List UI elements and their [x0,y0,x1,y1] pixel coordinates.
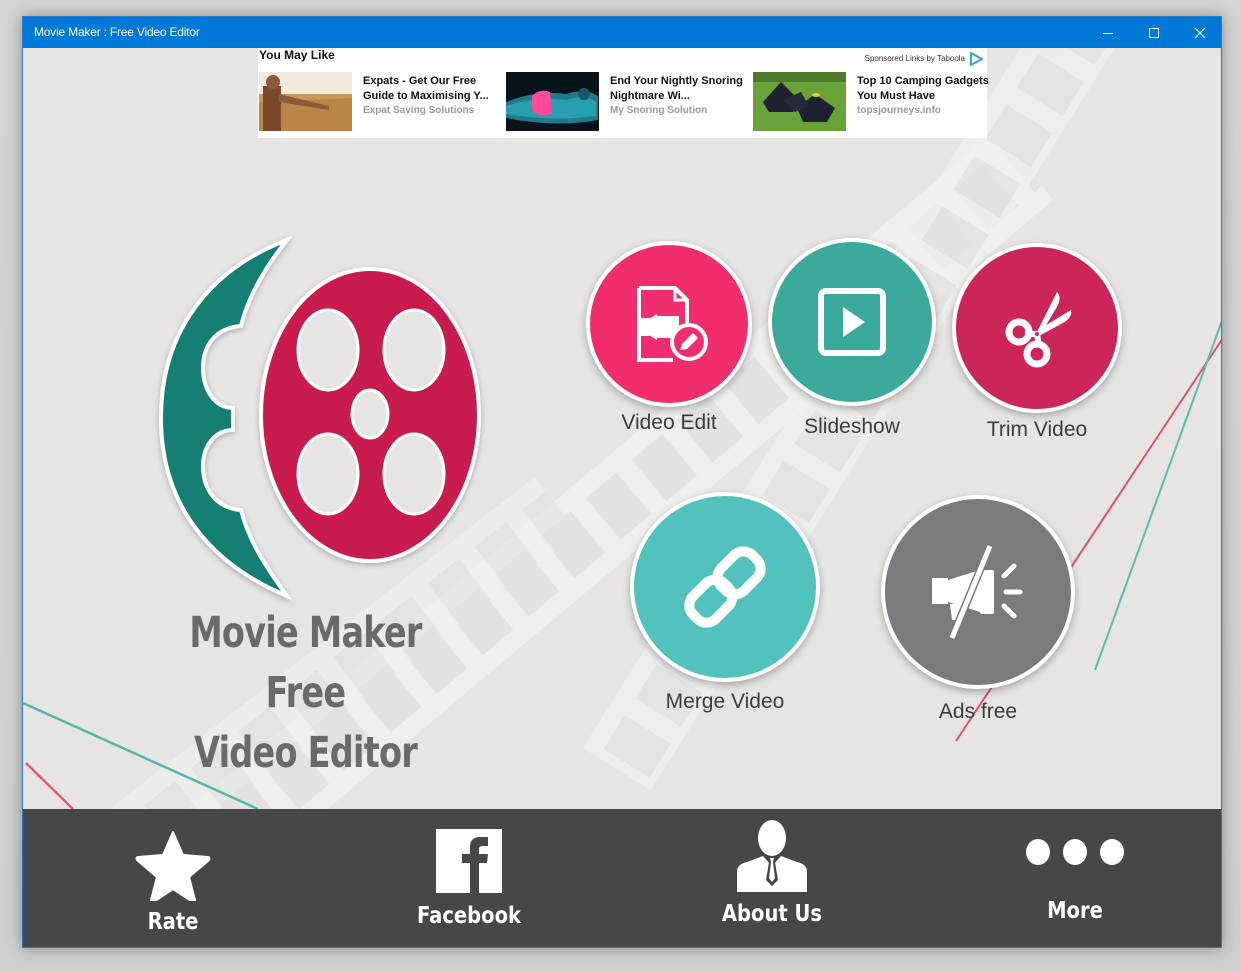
ad-thumbnail[interactable] [753,72,846,131]
ad-thumbnail[interactable] [259,72,352,131]
user-icon [737,820,807,892]
ad-image-tents [753,72,846,131]
trim-video-label[interactable]: Trim Video [952,418,1122,442]
play-icon [818,288,886,356]
red-line-left [25,762,74,809]
main-content: You May Like Sponsored Links by Taboola [23,48,1221,809]
ad-item[interactable]: Top 10 Camping Gadgets You Must Have top… [753,72,989,132]
ad-title[interactable]: End Your Nightly Snoring Nightmare Wi... [610,74,750,104]
link-icon [684,546,766,628]
star-icon [135,831,211,901]
ad-source: topsjourneys.info [857,105,941,116]
close-icon [1194,27,1206,38]
title-bar: Movie Maker : Free Video Editor [23,17,1221,48]
sponsored-ad-panel: You May Like Sponsored Links by Taboola [258,48,989,138]
app-name-line2: Video Editor [193,728,418,778]
maximize-icon [1149,27,1159,38]
ad-title[interactable]: Expats - Get Our Free Guide to Maximisin… [363,74,503,104]
film-reel [259,267,481,563]
facebook-icon [436,829,502,893]
ads-free-label[interactable]: Ads free [881,700,1075,724]
close-button[interactable] [1177,17,1221,48]
minimize-icon [1103,32,1113,34]
ad-source: Expat Saving Solutions [363,105,475,116]
ad-item[interactable]: Expats - Get Our Free Guide to Maximisin… [259,72,499,132]
about-us-label[interactable]: About Us [645,901,900,927]
video-edit-label[interactable]: Video Edit [586,411,752,435]
app-name-line1: Movie Maker Free [189,608,422,718]
ad-source: My Snoring Solution [610,105,708,116]
minimize-button[interactable] [1085,17,1131,48]
bottom-nav-bar: Rate Facebook About Us More [23,809,1221,947]
taboola-icon[interactable] [969,52,983,66]
scissors-icon [1005,292,1072,368]
facebook-button[interactable]: Facebook [319,809,619,947]
trim-video-circle[interactable] [952,243,1122,413]
ads-free-circle[interactable] [881,495,1075,689]
ad-thumbnail[interactable] [506,72,599,131]
rate-button[interactable]: Rate [23,809,323,947]
maximize-button[interactable] [1131,17,1177,48]
rate-label[interactable]: Rate [46,909,301,935]
video-edit-circle[interactable] [586,241,752,407]
app-window: Movie Maker : Free Video Editor You May … [22,16,1222,948]
about-us-button[interactable]: About Us [622,809,922,947]
more-button[interactable]: More [925,809,1221,947]
slideshow-label[interactable]: Slideshow [768,415,936,439]
ad-image-snoring [506,72,599,131]
merge-video-label[interactable]: Merge Video [630,690,820,714]
app-logo [158,235,481,601]
app-name: Movie Maker Free Video Editor [163,603,448,783]
more-icon [1026,839,1124,865]
merge-video-circle[interactable] [630,492,820,682]
sponsored-link[interactable]: Sponsored Links by Taboola [865,54,965,63]
ad-item[interactable]: End Your Nightly Snoring Nightmare Wi...… [506,72,746,132]
slideshow-circle[interactable] [768,238,936,406]
window-title: Movie Maker : Free Video Editor [34,25,200,39]
ad-image-field [259,72,352,131]
no-ads-icon [932,544,1023,640]
ad-title[interactable]: Top 10 Camping Gadgets You Must Have [857,74,997,104]
facebook-label[interactable]: Facebook [342,903,597,929]
video-edit-icon [637,286,708,362]
more-label[interactable]: More [948,898,1203,924]
ad-heading: You May Like [259,48,335,62]
